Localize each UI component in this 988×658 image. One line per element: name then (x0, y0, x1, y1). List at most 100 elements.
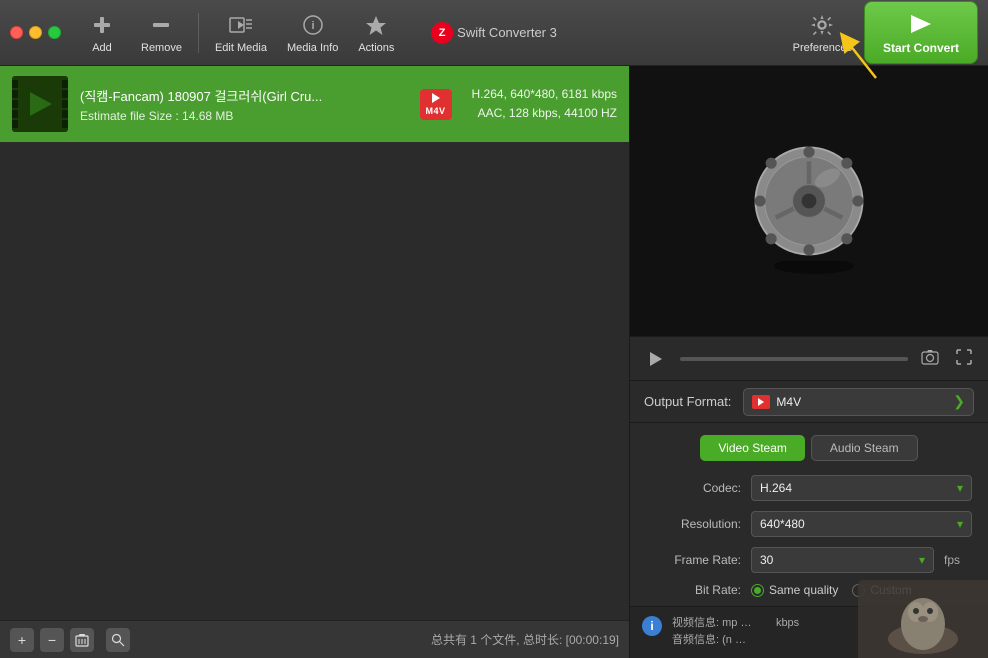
codec-label: Codec: (646, 481, 741, 495)
codec-select[interactable]: H.264 ▾ (751, 475, 972, 501)
left-panel: (직캠-Fancam) 180907 걸크러쉬(Girl Cru... Esti… (0, 66, 630, 658)
search-icon (111, 633, 125, 647)
m4v-play-icon (758, 398, 764, 406)
add-button[interactable]: Add (75, 5, 129, 60)
svg-text:i: i (311, 20, 314, 32)
screenshot-button[interactable] (918, 347, 942, 371)
video-info-text: 视频信息: mp … kbps (672, 617, 799, 629)
file-info: (직캠-Fancam) 180907 걸크러쉬(Girl Cru... Esti… (80, 86, 400, 123)
actions-label: Actions (358, 42, 394, 54)
file-spec2: AAC, 128 kbps, 44100 HZ (472, 104, 617, 123)
right-panel: Output Format: M4V ❯ Video Steam Audio S… (630, 66, 988, 658)
thumbnail-inner (12, 76, 68, 132)
audio-info-text: 音频信息: (n … (672, 634, 746, 646)
preferences-button[interactable]: Preferences (783, 5, 862, 60)
thumbnail-icon (12, 76, 68, 132)
info-icon: i (642, 616, 662, 636)
codec-value: H.264 (760, 481, 792, 495)
app-title: Z Swift Converter 3 (431, 22, 557, 44)
format-badge-inner: M4V (420, 89, 452, 120)
maximize-button[interactable] (48, 26, 61, 39)
edit-media-label: Edit Media (215, 42, 267, 54)
play-icon (647, 350, 665, 368)
video-kbps: kbps (776, 617, 799, 629)
m4v-icon (752, 395, 770, 409)
resolution-row: Resolution: 640*480 ▾ (646, 511, 972, 537)
play-button[interactable] (642, 345, 670, 373)
preferences-icon (808, 11, 836, 39)
file-size: Estimate file Size : 14.68 MB (80, 109, 400, 123)
framerate-select[interactable]: 30 ▾ (751, 547, 934, 573)
remove-file-button[interactable]: − (40, 628, 64, 652)
main-content: (직캠-Fancam) 180907 걸크러쉬(Girl Cru... Esti… (0, 66, 988, 658)
media-info-label: Media Info (287, 42, 338, 54)
format-badge-text: M4V (426, 106, 446, 116)
format-badge: M4V (412, 76, 460, 132)
bitrate-same-option[interactable]: Same quality (751, 583, 838, 597)
output-format-label: Output Format: (644, 394, 731, 409)
actions-icon (362, 11, 390, 39)
resolution-value: 640*480 (760, 517, 805, 531)
toolbar-divider-1 (198, 13, 199, 53)
playback-controls (630, 336, 988, 380)
status-text: 总共有 1 个文件, 总时长: [00:00:19] (431, 631, 619, 648)
bitrate-same-radio[interactable] (751, 584, 764, 597)
overlay-image (878, 584, 968, 654)
radio-dot (754, 587, 761, 594)
media-info-button[interactable]: i Media Info (277, 5, 348, 60)
file-specs: H.264, 640*480, 6181 kbps AAC, 128 kbps,… (472, 85, 617, 123)
format-select-arrow: ❯ (953, 393, 965, 410)
start-convert-button[interactable]: Start Convert (864, 1, 978, 64)
progress-bar[interactable] (680, 357, 908, 361)
framerate-arrow: ▾ (919, 553, 925, 567)
bottom-toolbar: + − 总共有 1 个文件, 总时长: [00: (0, 620, 629, 658)
resolution-select[interactable]: 640*480 ▾ (751, 511, 972, 537)
window-controls (10, 26, 61, 39)
output-format-bar: Output Format: M4V ❯ (630, 380, 988, 422)
close-button[interactable] (10, 26, 23, 39)
actions-button[interactable]: Actions (348, 5, 404, 60)
titlebar: Add Remove Edit Media (0, 0, 988, 66)
screenshot-icon (921, 349, 939, 365)
resolution-label: Resolution: (646, 517, 741, 531)
media-info-icon: i (299, 11, 327, 39)
fullscreen-icon (956, 349, 972, 365)
reel-shadow (769, 261, 859, 281)
minimize-button[interactable] (29, 26, 42, 39)
format-badge-play (432, 93, 440, 103)
video-preview (630, 66, 988, 336)
info-dots2: … (735, 634, 746, 646)
settings-panel: Video Steam Audio Steam Codec: H.264 ▾ R… (630, 422, 988, 606)
codec-row: Codec: H.264 ▾ (646, 475, 972, 501)
tab-video[interactable]: Video Steam (700, 435, 805, 461)
resolution-arrow: ▾ (957, 517, 963, 531)
info-dots: … (740, 617, 772, 629)
trash-icon (75, 633, 89, 647)
file-item[interactable]: (직캠-Fancam) 180907 걸크러쉬(Girl Cru... Esti… (0, 66, 629, 142)
app-title-text: Swift Converter 3 (457, 25, 557, 40)
toolbar-right: Preferences Start Convert (783, 1, 978, 64)
bottom-overlay (858, 580, 988, 658)
tabs-row: Video Steam Audio Steam (646, 435, 972, 461)
remove-icon (147, 11, 175, 39)
info-bar: i 视频信息: mp … kbps 音频信息: (n … (630, 606, 988, 658)
video-info: 视频信息: mp (672, 617, 737, 629)
file-list: (직캠-Fancam) 180907 걸크러쉬(Girl Cru... Esti… (0, 66, 629, 620)
file-spec1: H.264, 640*480, 6181 kbps (472, 85, 617, 104)
remove-file-icon: − (48, 632, 56, 648)
edit-media-button[interactable]: Edit Media (205, 5, 277, 60)
fullscreen-button[interactable] (952, 347, 976, 371)
add-file-button[interactable]: + (10, 628, 34, 652)
format-select-left: M4V (752, 395, 801, 409)
framerate-value: 30 (760, 553, 773, 567)
app-logo: Z (431, 22, 453, 44)
file-thumbnail (12, 76, 68, 132)
tab-audio[interactable]: Audio Steam (811, 435, 918, 461)
delete-file-button[interactable] (70, 628, 94, 652)
remove-button[interactable]: Remove (131, 5, 192, 60)
search-button[interactable] (106, 628, 130, 652)
bitrate-same-label: Same quality (769, 583, 838, 597)
start-convert-icon (907, 10, 935, 38)
bitrate-label: Bit Rate: (646, 583, 741, 597)
format-select[interactable]: M4V ❯ (743, 388, 974, 416)
